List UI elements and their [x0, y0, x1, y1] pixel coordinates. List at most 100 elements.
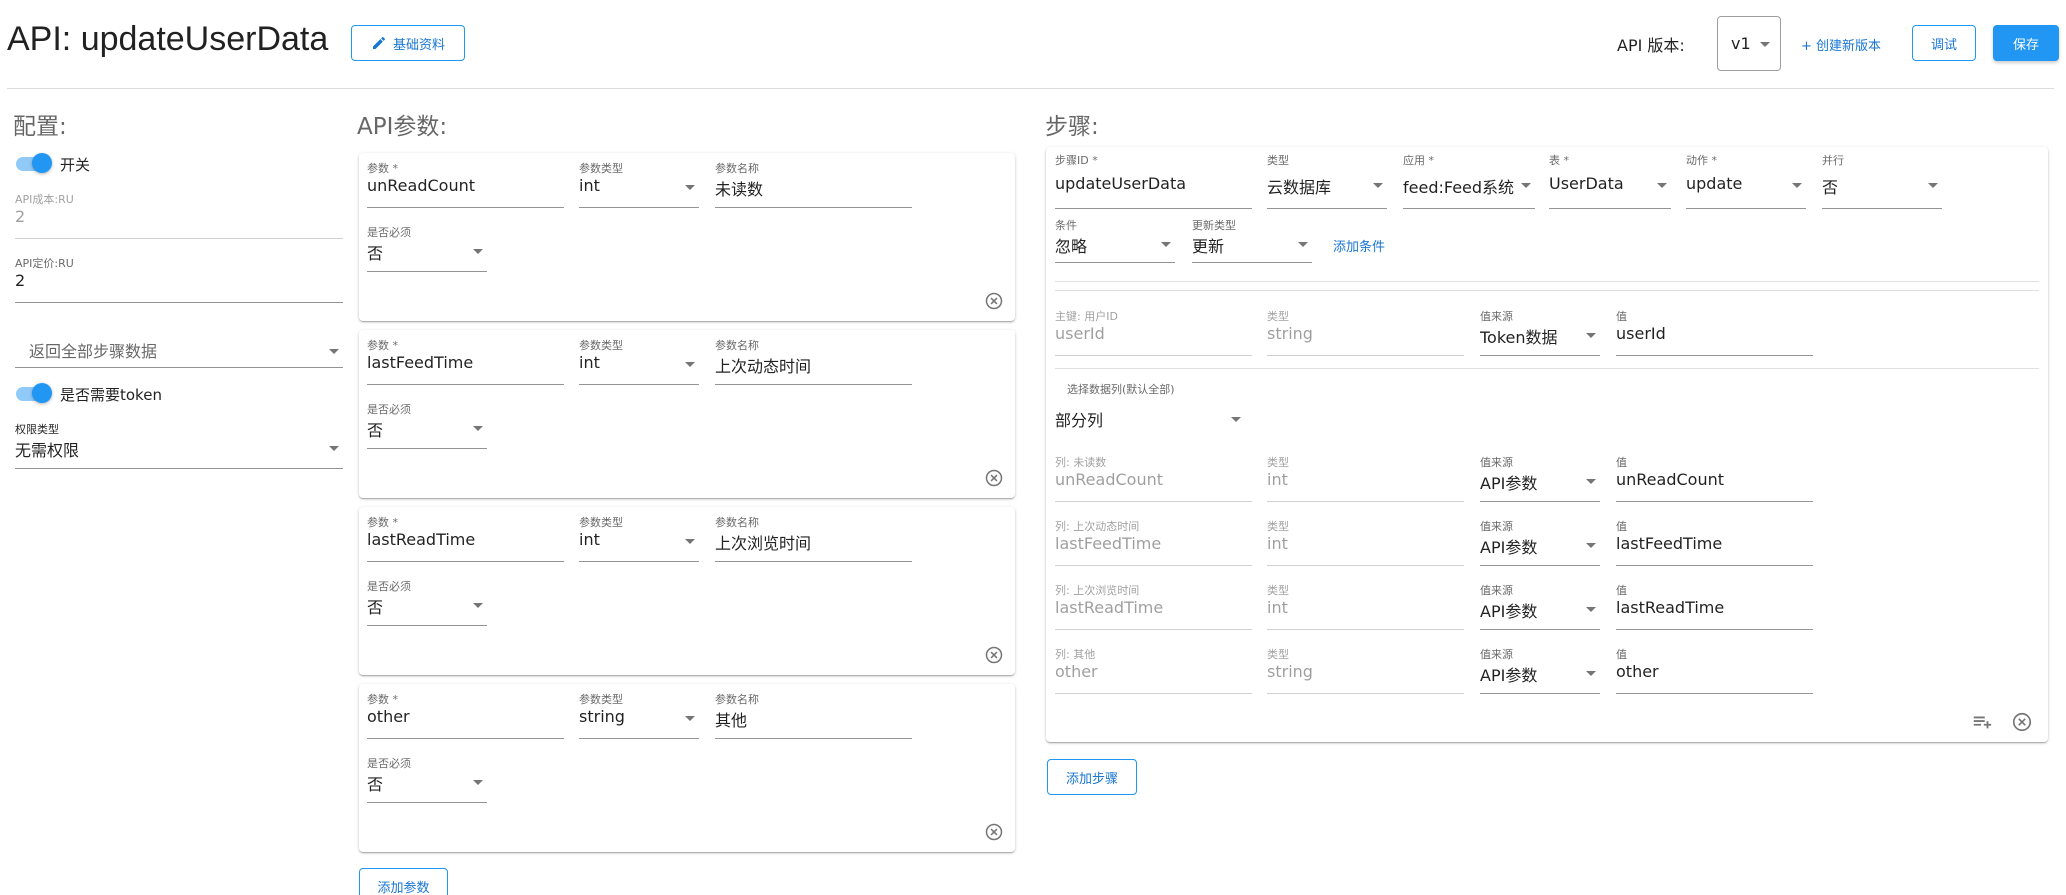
- basic-info-button[interactable]: 基础资料: [351, 25, 465, 61]
- version-select[interactable]: v1: [1717, 16, 1781, 71]
- param-name-field[interactable]: 参数名称 上次浏览时间: [715, 514, 912, 562]
- param-required-select[interactable]: 是否必须 否: [367, 224, 487, 272]
- column-source-select[interactable]: 值来源 API参数: [1480, 518, 1600, 566]
- key-source-select[interactable]: 值来源 Token数据: [1480, 308, 1600, 356]
- param-key-value: lastFeedTime: [367, 353, 474, 372]
- step-id-field[interactable]: 步骤ID * updateUserData: [1055, 152, 1252, 209]
- param-key-field[interactable]: 参数 * lastReadTime: [367, 514, 564, 562]
- columns-select-value: 部分列: [1055, 411, 1104, 430]
- column-source-label: 值来源: [1480, 648, 1513, 661]
- column-value-value: lastFeedTime: [1616, 534, 1723, 553]
- param-key-field[interactable]: 参数 * unReadCount: [367, 160, 564, 208]
- condition-select[interactable]: 条件 忽略: [1055, 217, 1175, 263]
- column-value-field[interactable]: 值 other: [1616, 646, 1813, 694]
- column-name-field: 列: 未读数 unReadCount: [1055, 454, 1252, 502]
- action-select[interactable]: 动作 * update: [1686, 152, 1806, 209]
- column-name-label: 列: 上次动态时间: [1055, 520, 1140, 533]
- column-value-field[interactable]: 值 lastFeedTime: [1616, 518, 1813, 566]
- param-type-select[interactable]: 参数类型 string: [579, 691, 699, 739]
- param-name-field[interactable]: 参数名称 上次动态时间: [715, 337, 912, 385]
- param-name-label: 参数名称: [715, 339, 759, 352]
- key-type-field: 类型 string: [1267, 308, 1464, 356]
- param-key-field[interactable]: 参数 * other: [367, 691, 564, 739]
- column-source-select[interactable]: 值来源 API参数: [1480, 646, 1600, 694]
- remove-param-icon[interactable]: [984, 645, 1004, 665]
- update-type-value: 更新: [1192, 237, 1225, 256]
- column-type-value: string: [1267, 662, 1313, 681]
- api-cost-value: 2: [15, 207, 26, 226]
- param-name-field[interactable]: 参数名称 其他: [715, 691, 912, 739]
- parallel-select[interactable]: 并行 否: [1822, 152, 1942, 209]
- remove-param-icon[interactable]: [984, 291, 1004, 311]
- divider: [1055, 368, 2039, 369]
- app-value: feed:Feed系统: [1403, 178, 1515, 197]
- column-value-label: 值: [1616, 648, 1627, 661]
- condition-label: 条件: [1055, 219, 1077, 232]
- param-name-value: 其他: [715, 711, 748, 730]
- param-required-select[interactable]: 是否必须 否: [367, 755, 487, 803]
- table-select[interactable]: 表 * UserData: [1549, 152, 1671, 209]
- column-source-select[interactable]: 值来源 API参数: [1480, 582, 1600, 630]
- chevron-down-icon: [1586, 607, 1596, 612]
- add-condition-link[interactable]: 添加条件: [1333, 236, 1385, 255]
- column-name-field: 列: 其他 other: [1055, 646, 1252, 694]
- return-data-select[interactable]: 返回全部步骤数据: [15, 328, 343, 368]
- chevron-down-icon: [685, 185, 695, 190]
- param-type-value: int: [579, 353, 600, 372]
- enable-switch[interactable]: [14, 152, 52, 174]
- param-type-select[interactable]: 参数类型 int: [579, 160, 699, 208]
- enable-switch-label: 开关: [60, 156, 91, 174]
- column-value-field[interactable]: 值 lastReadTime: [1616, 582, 1813, 630]
- chevron-down-icon: [685, 716, 695, 721]
- param-type-select[interactable]: 参数类型 int: [579, 337, 699, 385]
- permission-label: 权限类型: [15, 423, 59, 436]
- close-circle-icon[interactable]: [2011, 711, 2033, 733]
- key-value-field[interactable]: 值 userId: [1616, 308, 1813, 356]
- column-source-label: 值来源: [1480, 456, 1513, 469]
- permission-value: 无需权限: [15, 441, 80, 460]
- api-price-field[interactable]: API定价:RU 2: [15, 255, 343, 303]
- param-type-select[interactable]: 参数类型 int: [579, 514, 699, 562]
- playlist-add-icon[interactable]: [1971, 711, 1993, 733]
- update-type-label: 更新类型: [1192, 219, 1236, 232]
- param-key-field[interactable]: 参数 * lastFeedTime: [367, 337, 564, 385]
- chevron-down-icon: [1586, 333, 1596, 338]
- param-type-label: 参数类型: [579, 162, 623, 175]
- param-type-value: string: [579, 707, 625, 726]
- step-type-select[interactable]: 类型 云数据库: [1267, 152, 1387, 209]
- param-key-value: lastReadTime: [367, 530, 476, 549]
- chevron-down-icon: [473, 249, 483, 254]
- permission-select[interactable]: 权限类型 无需权限: [15, 421, 343, 469]
- api-price-value: 2: [15, 271, 26, 290]
- param-required-value: 否: [367, 598, 384, 617]
- column-type-value: int: [1267, 534, 1288, 553]
- param-required-select[interactable]: 是否必须 否: [367, 578, 487, 626]
- param-name-value: 上次动态时间: [715, 357, 812, 376]
- token-switch[interactable]: [14, 382, 52, 404]
- column-value-label: 值: [1616, 520, 1627, 533]
- add-step-button[interactable]: 添加步骤: [1047, 759, 1137, 795]
- api-cost-field: API成本:RU 2: [15, 191, 343, 239]
- param-required-select[interactable]: 是否必须 否: [367, 401, 487, 449]
- save-button[interactable]: 保存: [1993, 25, 2059, 61]
- update-type-select[interactable]: 更新类型 更新: [1192, 217, 1312, 263]
- param-name-field[interactable]: 参数名称 未读数: [715, 160, 912, 208]
- remove-param-icon[interactable]: [984, 468, 1004, 488]
- add-param-label: 添加参数: [377, 880, 430, 895]
- add-param-button[interactable]: 添加参数: [359, 868, 448, 895]
- param-card: 参数 * other 参数类型 string 参数名称 其他 是否必须 否: [359, 684, 1015, 852]
- column-value-label: 值: [1616, 456, 1627, 469]
- primary-key-value: userId: [1055, 324, 1105, 343]
- create-version-link[interactable]: + 创建新版本: [1801, 35, 1881, 54]
- columns-select[interactable]: 部分列: [1055, 398, 1245, 436]
- primary-key-label: 主键: 用户ID: [1055, 310, 1118, 323]
- param-type-value: int: [579, 530, 600, 549]
- key-type-label: 类型: [1267, 310, 1289, 323]
- column-type-value: int: [1267, 598, 1288, 617]
- column-type-field: 类型 int: [1267, 582, 1464, 630]
- column-source-select[interactable]: 值来源 API参数: [1480, 454, 1600, 502]
- column-value-field[interactable]: 值 unReadCount: [1616, 454, 1813, 502]
- remove-param-icon[interactable]: [984, 822, 1004, 842]
- app-select[interactable]: 应用 * feed:Feed系统: [1403, 152, 1535, 209]
- debug-button[interactable]: 调试: [1912, 25, 1976, 61]
